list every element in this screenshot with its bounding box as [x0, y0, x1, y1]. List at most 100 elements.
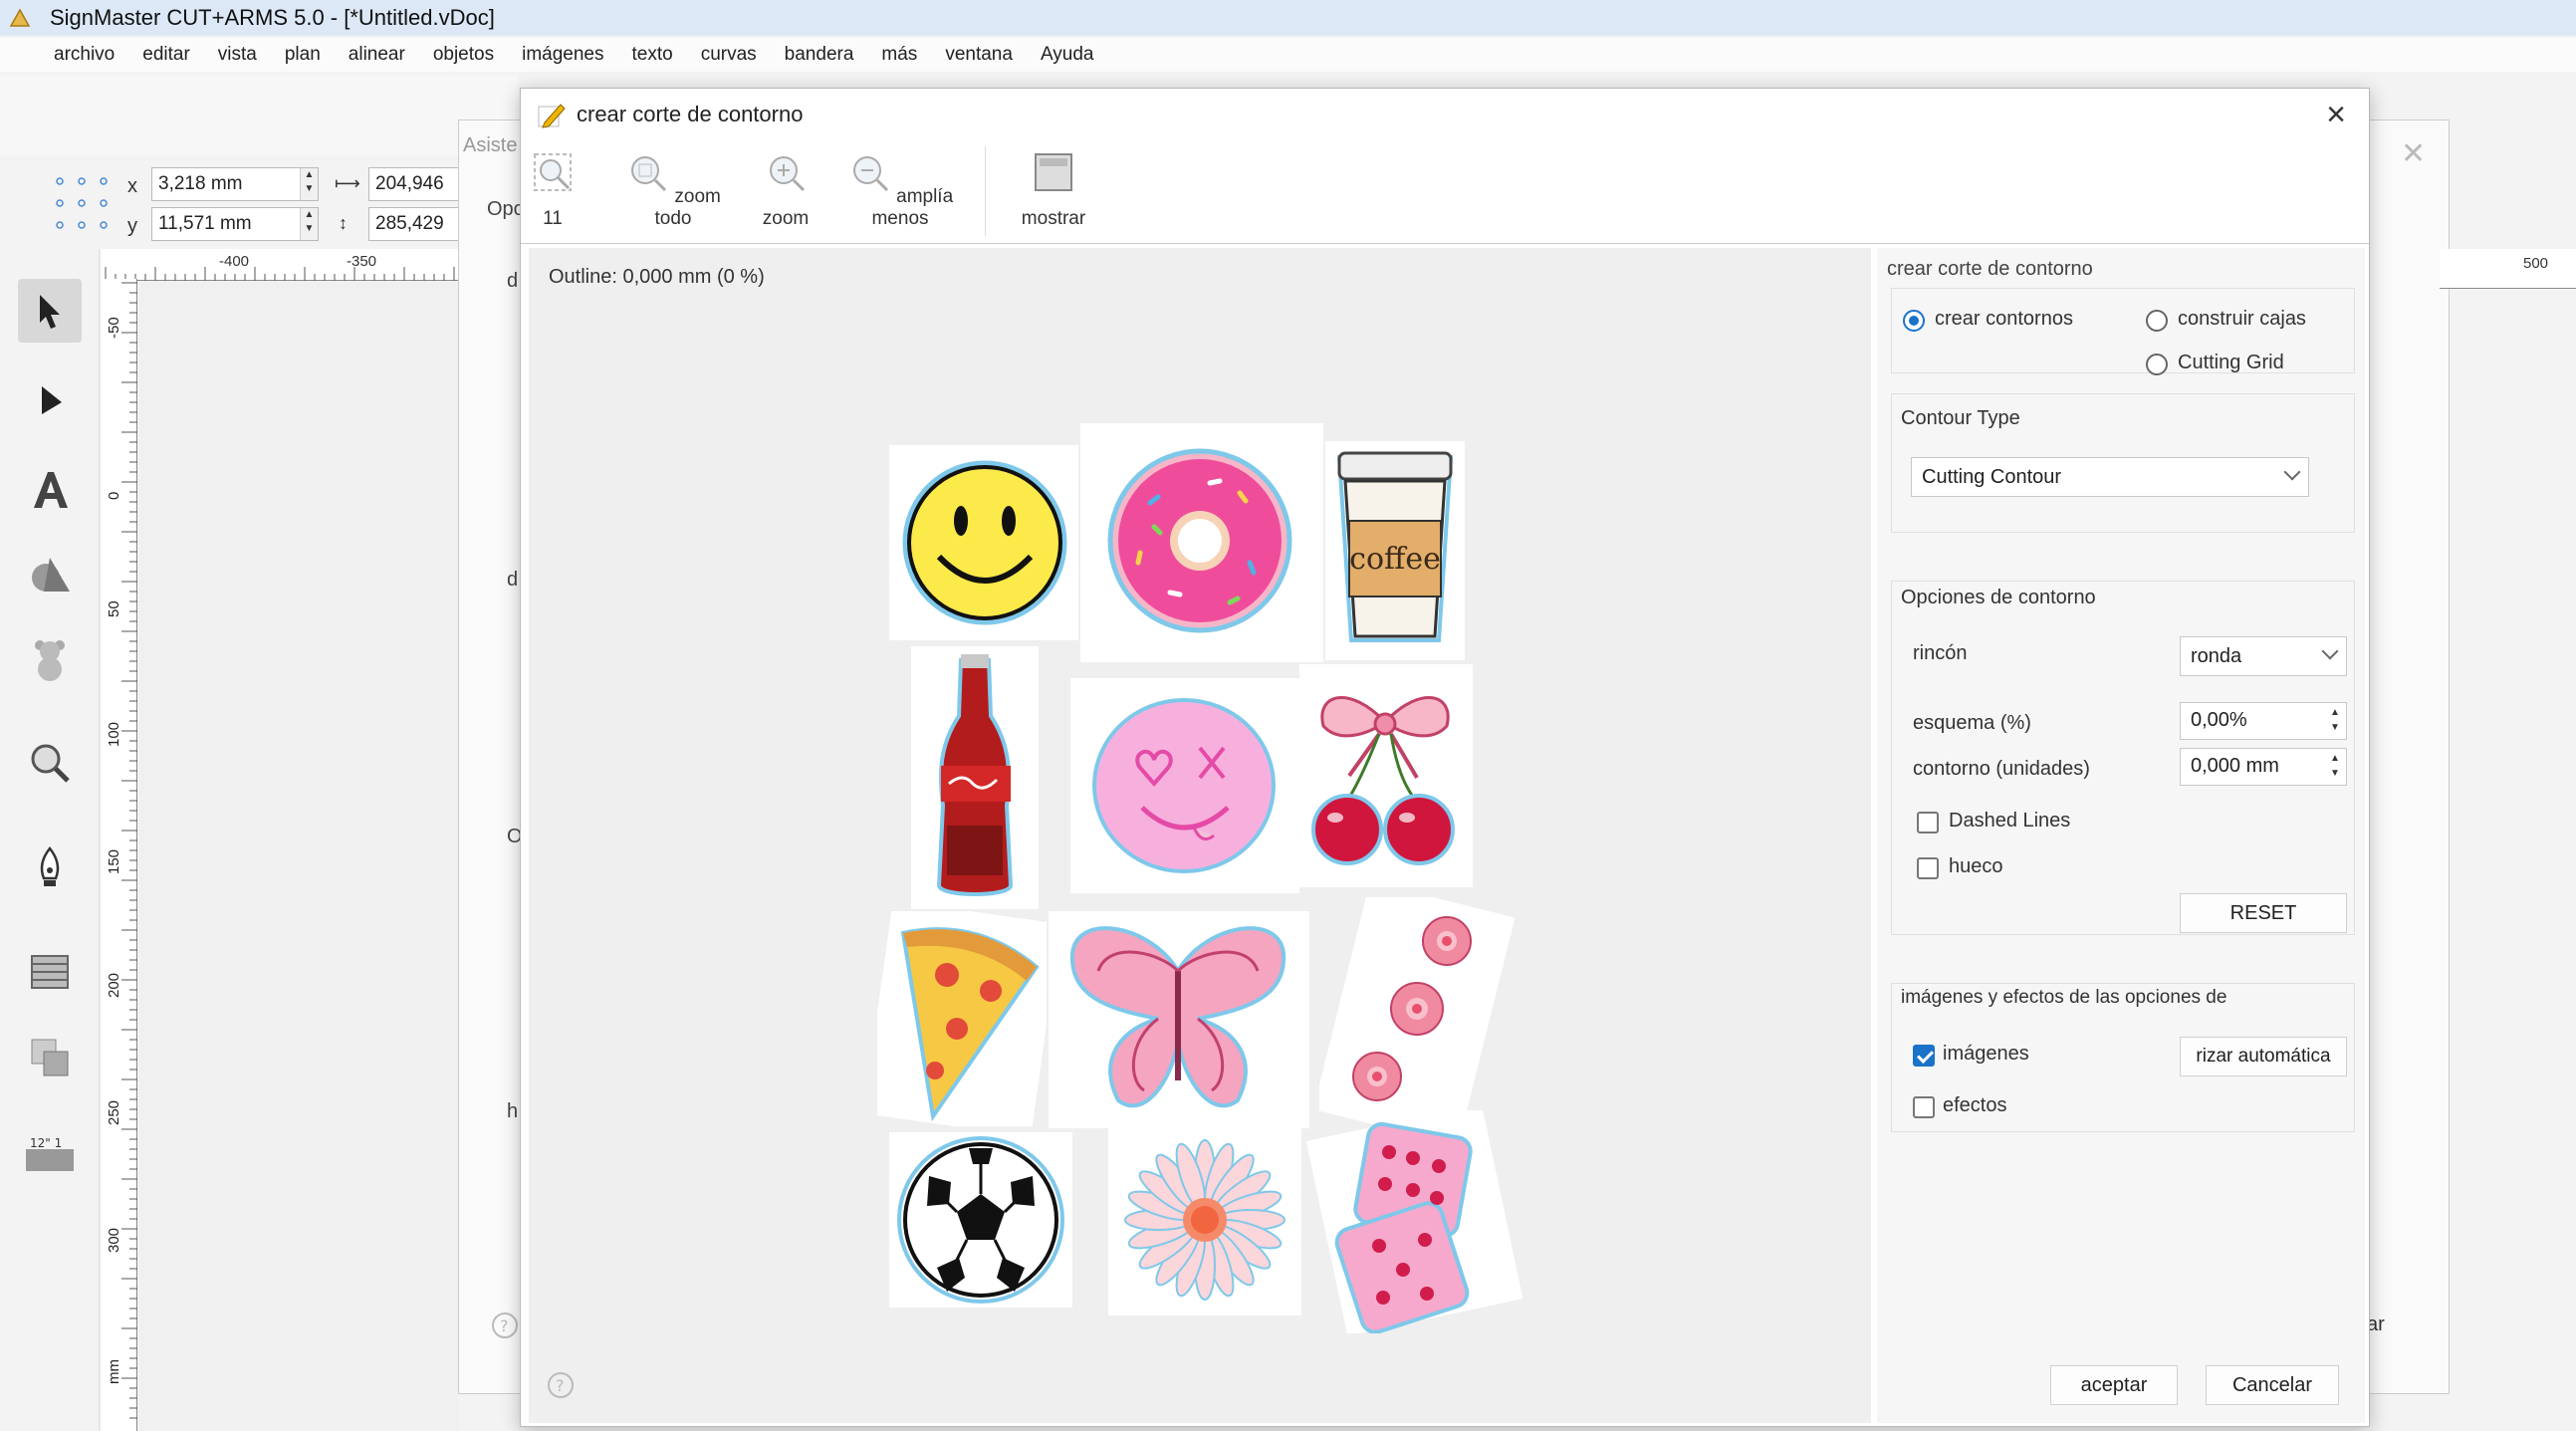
daisies-sticker[interactable]: [1319, 897, 1519, 1132]
help-icon[interactable]: ?: [547, 1371, 575, 1399]
soda-bottle-sticker[interactable]: [911, 646, 1039, 909]
dashed-lines-checkbox[interactable]: [1917, 812, 1939, 834]
dashed-lines-label[interactable]: Dashed Lines: [1949, 810, 2070, 833]
zoom-out-button[interactable]: amplía menos: [835, 150, 965, 230]
corner-select[interactable]: ronda: [2180, 636, 2347, 676]
y-spinner[interactable]: ▲ ▼: [300, 208, 318, 240]
menu-plan[interactable]: plan: [285, 44, 321, 66]
crear-contornos-radio[interactable]: [1903, 310, 1925, 332]
crear-contornos-label[interactable]: crear contornos: [1935, 308, 2073, 331]
menu-ventana[interactable]: ventana: [945, 44, 1013, 66]
height-field[interactable]: 285,429: [368, 207, 464, 241]
menu-objetos[interactable]: objetos: [433, 44, 494, 66]
cutting-grid-radio[interactable]: [2146, 354, 2168, 375]
contour-pencil-icon: [538, 104, 566, 128]
contour-preview-area[interactable]: Outline: 0,000 mm (0 %) coffee: [529, 248, 1871, 1423]
width-field[interactable]: 204,946: [368, 167, 464, 201]
corner-label: rincón: [1913, 642, 1968, 664]
zoom-in-button[interactable]: zoom: [746, 150, 825, 230]
shapes-icon: [32, 558, 70, 592]
text-a-icon: [34, 472, 68, 508]
zoom-fit-button[interactable]: 11: [531, 150, 575, 230]
images-checkbox[interactable]: [1913, 1045, 1935, 1067]
pink-dice-sticker[interactable]: [1305, 1110, 1522, 1333]
left-toolbox: 12" 1: [0, 249, 100, 1431]
layers-tool[interactable]: [18, 1026, 82, 1089]
menu-imagenes[interactable]: imágenes: [522, 44, 603, 66]
contour-units-value: 0,000 mm: [2191, 755, 2279, 777]
zoom-tool[interactable]: [18, 731, 82, 795]
menu-vista[interactable]: vista: [218, 44, 257, 66]
ruler-measure-icon: 12" 1: [26, 1136, 74, 1171]
y-position-field[interactable]: 11,571 mm ▲ ▼: [151, 207, 319, 241]
clipart-tool[interactable]: [18, 627, 82, 691]
height-value: 285,429: [375, 213, 444, 234]
outline-percent-label: esquema (%): [1913, 712, 2031, 734]
menu-editar[interactable]: editar: [142, 44, 190, 66]
teddy-bear-icon: [35, 640, 65, 681]
design-canvas[interactable]: [139, 281, 458, 1431]
text-tool[interactable]: [18, 458, 82, 522]
shape-tool[interactable]: [18, 544, 82, 607]
cancel-button[interactable]: Cancelar: [2206, 1365, 2339, 1405]
menu-alinear[interactable]: alinear: [349, 44, 405, 66]
soccer-ball-sticker[interactable]: [889, 1132, 1072, 1308]
display-button[interactable]: mostrar: [999, 150, 1108, 230]
contour-type-select[interactable]: Cutting Contour: [1911, 457, 2309, 497]
wizard-close-icon[interactable]: ✕: [2401, 136, 2426, 171]
contour-options-label: Opciones de contorno: [1901, 587, 2096, 608]
cutting-grid-label[interactable]: Cutting Grid: [2178, 352, 2284, 374]
chevron-down-icon: [2321, 642, 2339, 660]
pen-tool[interactable]: [18, 836, 82, 900]
smiley-sticker[interactable]: [889, 445, 1078, 640]
menu-bar: archivo editar vista plan alinear objeto…: [0, 38, 2576, 72]
measure-tool[interactable]: 12" 1: [18, 1125, 82, 1189]
menu-bandera[interactable]: bandera: [785, 44, 854, 66]
ruler-tick-label: 500: [2523, 255, 2549, 272]
contour-type-label: Contour Type: [1901, 407, 2020, 429]
images-label[interactable]: imágenes: [1943, 1043, 2029, 1066]
contour-units-spinner[interactable]: ▲ ▼: [2326, 751, 2344, 783]
pen-nib-icon: [40, 845, 60, 886]
contour-type-value: Cutting Contour: [1922, 466, 2062, 488]
donut-sticker[interactable]: [1080, 423, 1323, 662]
effects-label[interactable]: efectos: [1943, 1094, 2006, 1117]
effects-checkbox[interactable]: [1913, 1096, 1935, 1118]
auto-curl-button[interactable]: rizar automática: [2180, 1037, 2347, 1076]
construir-cajas-label[interactable]: construir cajas: [2178, 308, 2306, 331]
ruler-ticks: [105, 267, 455, 281]
outline-percent-value: 0,00%: [2191, 709, 2247, 731]
outline-percent-spinner[interactable]: ▲ ▼: [2326, 705, 2344, 737]
node-edit-tool[interactable]: [18, 368, 82, 432]
pink-daisy-sticker[interactable]: [1108, 1124, 1301, 1315]
zoom-all-button[interactable]: zoom todo: [618, 150, 728, 230]
butterfly-sticker[interactable]: [1049, 911, 1309, 1128]
pink-smiley-sticker[interactable]: [1070, 678, 1299, 893]
vruler-tick: 100: [106, 721, 122, 747]
reset-button[interactable]: RESET: [2180, 893, 2347, 933]
coffee-cup-sticker[interactable]: coffee: [1325, 441, 1465, 660]
wizard-title-fragment: Asiste: [463, 134, 518, 156]
x-spinner[interactable]: ▲ ▼: [300, 168, 318, 200]
contour-units-field[interactable]: 0,000 mm ▲ ▼: [2180, 748, 2347, 786]
outline-percent-field[interactable]: 0,00% ▲ ▼: [2180, 702, 2347, 740]
pizza-slice-sticker[interactable]: [877, 911, 1047, 1126]
menu-archivo[interactable]: archivo: [54, 44, 115, 66]
hollow-checkbox[interactable]: [1917, 857, 1939, 879]
wizard-help-icon[interactable]: ?: [491, 1312, 519, 1339]
anchor-point-grid-icon[interactable]: [52, 173, 112, 233]
close-icon[interactable]: ×: [2321, 98, 2351, 131]
menu-curvas[interactable]: curvas: [701, 44, 757, 66]
select-tool[interactable]: [18, 279, 82, 343]
hollow-label[interactable]: hueco: [1949, 855, 2003, 878]
zoom-fit-icon: [534, 153, 572, 191]
construir-cajas-radio[interactable]: [2146, 310, 2168, 332]
accept-button[interactable]: aceptar: [2050, 1365, 2178, 1405]
fill-pattern-tool[interactable]: [18, 940, 82, 1004]
menu-ayuda[interactable]: Ayuda: [1041, 44, 1094, 66]
menu-texto[interactable]: texto: [632, 44, 673, 66]
x-position-field[interactable]: 3,218 mm ▲ ▼: [151, 167, 319, 201]
svg-text:?: ?: [500, 1316, 509, 1335]
cherries-bow-sticker[interactable]: [1299, 664, 1473, 887]
menu-mas[interactable]: más: [881, 44, 917, 66]
